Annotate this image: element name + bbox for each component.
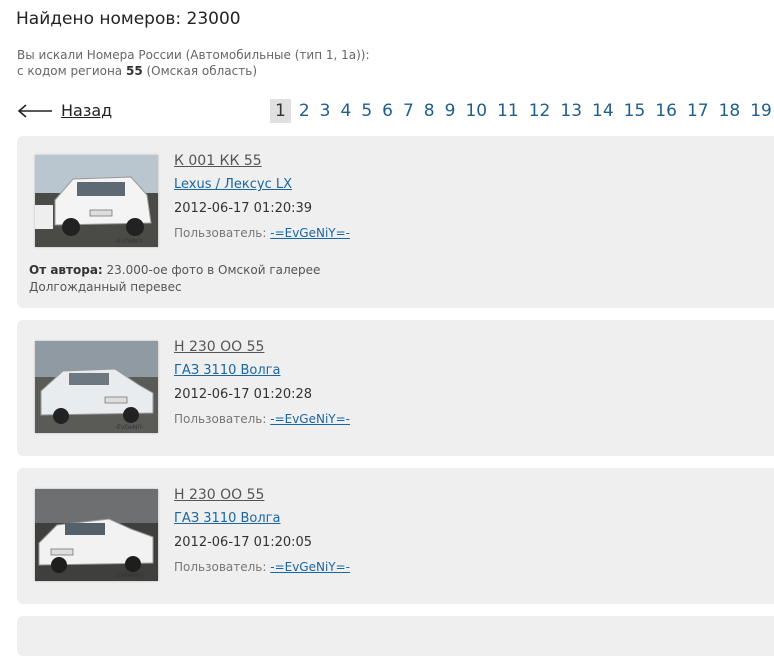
author-note-text: 23.000-ое фото в Омской галерее [102, 263, 321, 277]
author-note-line-2: Долгожданный перевес [29, 280, 182, 294]
car-photo[interactable]: -EvGeNiY- [35, 341, 158, 433]
car-model-link[interactable]: ГАЗ 3110 Волга [174, 362, 350, 386]
result-info: К 001 КК 55 Lexus / Лексус LX 2012-06-17… [174, 152, 350, 242]
back-link-label[interactable]: Назад [61, 101, 112, 120]
uploader: Пользователь: -=EvGeNiY=- [174, 410, 350, 428]
page-link[interactable]: 16 [650, 99, 682, 123]
car-photo-image: -EvGeNiY- [35, 155, 158, 247]
author-note: От автора: 23.000-ое фото в Омской галер… [29, 262, 320, 296]
author-note-label: От автора: [29, 263, 103, 277]
page-link[interactable]: 9 [440, 99, 461, 123]
page-link[interactable]: 10 [460, 99, 492, 123]
svg-text:-EvGeNiY-: -EvGeNiY- [115, 238, 144, 245]
page-link[interactable]: 5 [356, 99, 377, 123]
result-card: -EvGeNiY- Н 230 ОО 55 ГАЗ 3110 Волга 201… [17, 320, 774, 456]
page-link[interactable]: 13 [555, 99, 587, 123]
query-line-1: Вы искали Номера России (Автомобильные (… [17, 48, 370, 62]
car-photo[interactable]: -EvGeNiY- [35, 155, 158, 247]
page-link[interactable]: 7 [398, 99, 419, 123]
svg-text:-EvGeNiY-: -EvGeNiY- [115, 424, 144, 431]
page-link[interactable]: 2 [294, 99, 315, 123]
uploader-label: Пользователь: [174, 226, 271, 240]
query-region-prefix: с кодом региона [17, 64, 126, 78]
plate-number-link[interactable]: К 001 КК 55 [174, 152, 350, 176]
result-card [17, 616, 774, 656]
plate-number-link[interactable]: Н 230 ОО 55 [174, 338, 350, 362]
query-region-code: 55 [125, 64, 143, 78]
upload-datetime: 2012-06-17 01:20:05 [174, 535, 313, 550]
car-model-link[interactable]: ГАЗ 3110 Волга [174, 510, 350, 534]
uploader-link[interactable]: -=EvGeNiY=- [270, 560, 350, 574]
uploader-link[interactable]: -=EvGeNiY=- [270, 412, 350, 426]
page-link[interactable]: 18 [714, 99, 746, 123]
plate-number-link[interactable]: Н 230 ОО 55 [174, 486, 350, 510]
arrow-left-icon [17, 103, 52, 118]
results-count-title: Найдено номеров: 23000 [16, 9, 241, 29]
page-link[interactable]: 6 [377, 99, 398, 123]
page-current: 1 [270, 99, 291, 123]
car-photo[interactable]: -EvGeNiY- [35, 489, 158, 581]
page-link[interactable]: 4 [335, 99, 356, 123]
upload-datetime: 2012-06-17 01:20:28 [174, 387, 313, 402]
upload-datetime: 2012-06-17 01:20:39 [174, 201, 313, 216]
page-link[interactable]: 8 [419, 99, 440, 123]
car-photo-image: -EvGeNiY- [35, 341, 158, 433]
car-model-link[interactable]: Lexus / Лексус LX [174, 176, 350, 200]
car-photo-image: -EvGeNiY- [35, 489, 158, 581]
uploader-link[interactable]: -=EvGeNiY=- [270, 226, 350, 240]
page-link[interactable]: 15 [619, 99, 651, 123]
page-link[interactable]: 17 [682, 99, 714, 123]
result-card: -EvGeNiY- К 001 КК 55 Lexus / Лексус LX … [17, 136, 774, 308]
page-link[interactable]: 11 [492, 99, 524, 123]
result-info: Н 230 ОО 55 ГАЗ 3110 Волга 2012-06-17 01… [174, 486, 350, 576]
uploader-label: Пользователь: [174, 412, 271, 426]
uploader: Пользователь: -=EvGeNiY=- [174, 224, 350, 242]
uploader: Пользователь: -=EvGeNiY=- [174, 558, 350, 576]
pagination: 1234567891011121314151617181920 [270, 99, 774, 123]
search-query-description: Вы искали Номера России (Автомобильные (… [17, 47, 370, 79]
query-region-name: (Омская область) [142, 64, 258, 78]
back-link[interactable]: Назад [17, 101, 112, 120]
page-link[interactable]: 3 [315, 99, 336, 123]
uploader-label: Пользователь: [174, 560, 271, 574]
svg-text:-EvGeNiY-: -EvGeNiY- [115, 572, 144, 579]
result-card: -EvGeNiY- Н 230 ОО 55 ГАЗ 3110 Волга 201… [17, 468, 774, 604]
page-link[interactable]: 19 [745, 99, 774, 123]
page-link[interactable]: 14 [587, 99, 619, 123]
query-line-2: с кодом региона 55 (Омская область) [17, 63, 370, 79]
page-link[interactable]: 12 [524, 99, 556, 123]
result-info: Н 230 ОО 55 ГАЗ 3110 Волга 2012-06-17 01… [174, 338, 350, 428]
